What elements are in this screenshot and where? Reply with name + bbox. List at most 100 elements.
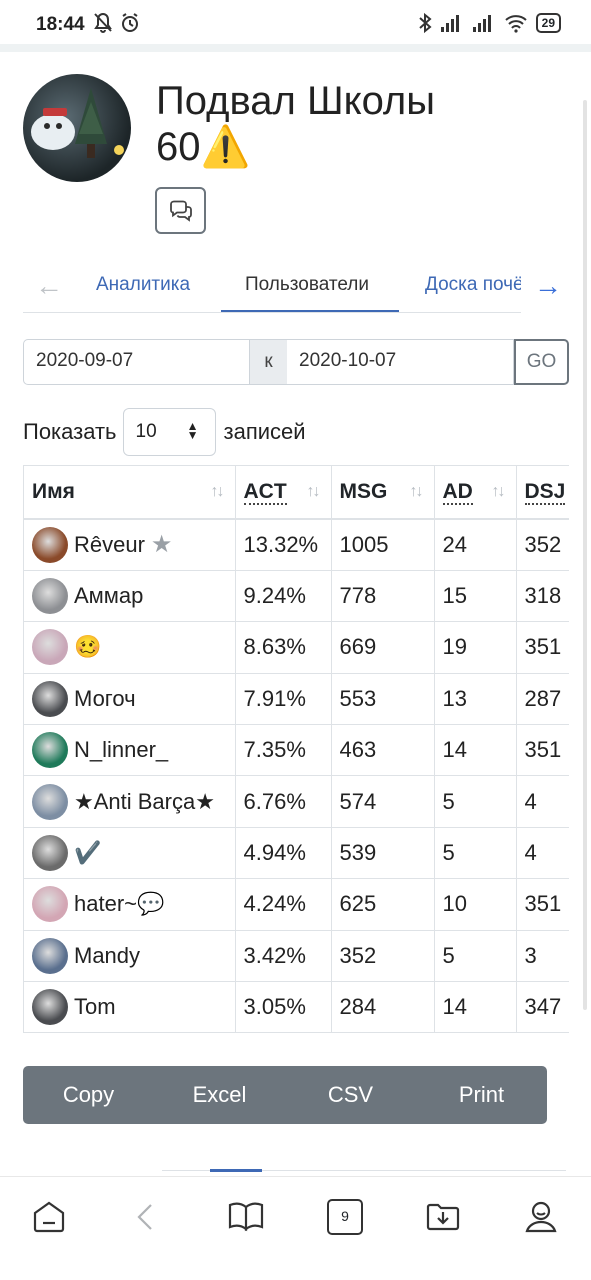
user-name[interactable]: 🥴 — [74, 634, 101, 660]
pagination-active[interactable] — [210, 1169, 262, 1172]
user-name[interactable]: Могоч — [74, 686, 136, 712]
avatar[interactable] — [32, 835, 68, 872]
arrow-left-icon[interactable]: ← — [35, 270, 63, 302]
cell-dsj: 352 — [516, 519, 569, 571]
column-header-ad[interactable]: AD ↑↓ — [434, 466, 517, 520]
column-header-name[interactable]: Имя ↑↓ — [24, 466, 236, 520]
table-row[interactable]: Аммар 9.24% 778 15 318 — [24, 570, 569, 623]
cell-msg: 625 — [331, 878, 435, 931]
cell-ad: 19 — [434, 621, 517, 674]
user-name[interactable]: Rêveur — [74, 532, 145, 558]
user-cell: 🥴 — [32, 629, 227, 666]
csv-button[interactable]: CSV — [285, 1066, 416, 1124]
battery-indicator: 29 — [535, 13, 561, 33]
cell-act: 9.24% — [235, 570, 332, 623]
cell-ad: 10 — [434, 878, 517, 931]
cell-act: 4.24% — [235, 878, 332, 931]
star-icon: ★ — [150, 531, 173, 559]
cell-act: 13.32% — [235, 519, 332, 571]
user-name[interactable]: Mandy — [74, 943, 140, 969]
avatar[interactable] — [32, 526, 68, 563]
table-row[interactable]: Tom 3.05% 284 14 347 — [24, 981, 569, 1033]
user-cell: ★Anti Barça★ — [32, 783, 227, 820]
tab-analytics[interactable]: Аналитика — [96, 274, 190, 296]
user-name[interactable]: hater~💬 — [74, 891, 164, 917]
table-row[interactable]: ★Anti Barça★ 6.76% 574 5 4 — [24, 775, 569, 828]
user-name[interactable]: Аммар — [74, 583, 143, 609]
sort-icon: ↑↓ — [210, 483, 225, 500]
cell-msg: 669 — [331, 621, 435, 674]
table-row[interactable]: 🥴 8.63% 669 19 351 — [24, 621, 569, 674]
table-row[interactable]: N_linner_ 7.35% 463 14 351 — [24, 724, 569, 777]
users-table: Имя ↑↓ ACT ↑↓ MSG ↑↓ AD ↑↓ DSJ Rêveur ★ 13.32%… — [23, 465, 569, 1033]
cell-name: 🥴 — [24, 621, 236, 674]
user-name[interactable]: ★Anti Barça★ — [74, 789, 215, 815]
home-icon[interactable] — [31, 1199, 67, 1235]
table-row[interactable]: Mandy 3.42% 352 5 3 — [24, 930, 569, 983]
avatar[interactable] — [32, 629, 68, 666]
cell-dsj: 318 — [516, 570, 569, 623]
show-entries-prefix: Показать — [23, 419, 117, 444]
select-caret-icon: ▲ ▼ — [186, 419, 199, 442]
avatar[interactable] — [32, 989, 68, 1026]
entries-select-value: 10 — [135, 421, 157, 442]
mute-icon — [94, 12, 112, 33]
print-button[interactable]: Print — [416, 1066, 547, 1124]
table-row[interactable]: Rêveur ★ 13.32% 1005 24 352 — [24, 519, 569, 571]
tab-leaderboard[interactable]: Доска почёта — [425, 274, 521, 296]
cell-dsj: 347 — [516, 981, 569, 1033]
cell-act: 8.63% — [235, 621, 332, 674]
status-right: 29 — [418, 12, 561, 34]
cell-msg: 553 — [331, 673, 435, 726]
entries-select[interactable]: 10 ▲ ▼ — [122, 408, 216, 456]
avatar[interactable] — [32, 886, 68, 923]
table-row[interactable]: hater~💬 4.24% 625 10 351 — [24, 878, 569, 931]
cell-ad: 13 — [434, 673, 517, 726]
avatar[interactable] — [32, 680, 68, 717]
group-avatar-image — [31, 88, 124, 158]
avatar[interactable] — [32, 937, 68, 974]
avatar[interactable] — [32, 578, 68, 615]
tabs-icon[interactable]: 9 — [327, 1199, 363, 1235]
arrow-right-icon[interactable]: → — [534, 270, 562, 302]
status-time: 18:44 — [36, 14, 85, 35]
user-cell: hater~💬 — [32, 886, 227, 923]
chat-button[interactable] — [155, 187, 206, 234]
signal-icon — [472, 15, 491, 32]
date-from-input[interactable]: 2020-09-07 — [23, 339, 250, 385]
cell-act: 3.05% — [235, 981, 332, 1033]
table-row[interactable]: ✔️ 4.94% 539 5 4 — [24, 827, 569, 880]
copy-button[interactable]: Copy — [23, 1066, 154, 1124]
go-button[interactable]: GO — [514, 339, 569, 385]
download-icon[interactable] — [425, 1199, 461, 1235]
back-icon[interactable] — [129, 1199, 165, 1235]
date-to-input[interactable]: 2020-10-07 — [287, 339, 514, 385]
date-separator: к — [250, 339, 287, 385]
excel-button[interactable]: Excel — [154, 1066, 285, 1124]
cell-dsj: 4 — [516, 775, 569, 828]
user-name[interactable]: Tom — [74, 994, 116, 1020]
chat-icon — [169, 200, 192, 222]
tab-divider — [23, 312, 521, 313]
cell-ad: 14 — [434, 981, 517, 1033]
scrollbar[interactable] — [583, 100, 587, 1010]
avatar[interactable] — [32, 732, 68, 769]
group-avatar — [23, 74, 131, 182]
profile-icon[interactable] — [523, 1199, 559, 1235]
cell-act: 7.35% — [235, 724, 332, 777]
alarm-icon — [122, 13, 138, 32]
avatar[interactable] — [32, 783, 68, 820]
cell-name: Могоч — [24, 673, 236, 726]
column-header-act[interactable]: ACT ↑↓ — [235, 466, 332, 520]
book-icon[interactable] — [228, 1199, 264, 1235]
cell-msg: 352 — [331, 930, 435, 983]
table-row[interactable]: Могоч 7.91% 553 13 287 — [24, 673, 569, 726]
table-body: Rêveur ★ 13.32% 1005 24 352 Аммар 9.24% 778 15 318… — [24, 519, 569, 1033]
column-header-msg[interactable]: MSG ↑↓ — [331, 466, 435, 520]
cell-act: 6.76% — [235, 775, 332, 828]
column-header-dsj[interactable]: DSJ — [516, 466, 569, 520]
tab-users[interactable]: Пользователи — [245, 274, 369, 296]
user-name[interactable]: ✔️ — [74, 840, 101, 866]
user-cell: Tom — [32, 989, 227, 1026]
user-name[interactable]: N_linner_ — [74, 737, 168, 763]
